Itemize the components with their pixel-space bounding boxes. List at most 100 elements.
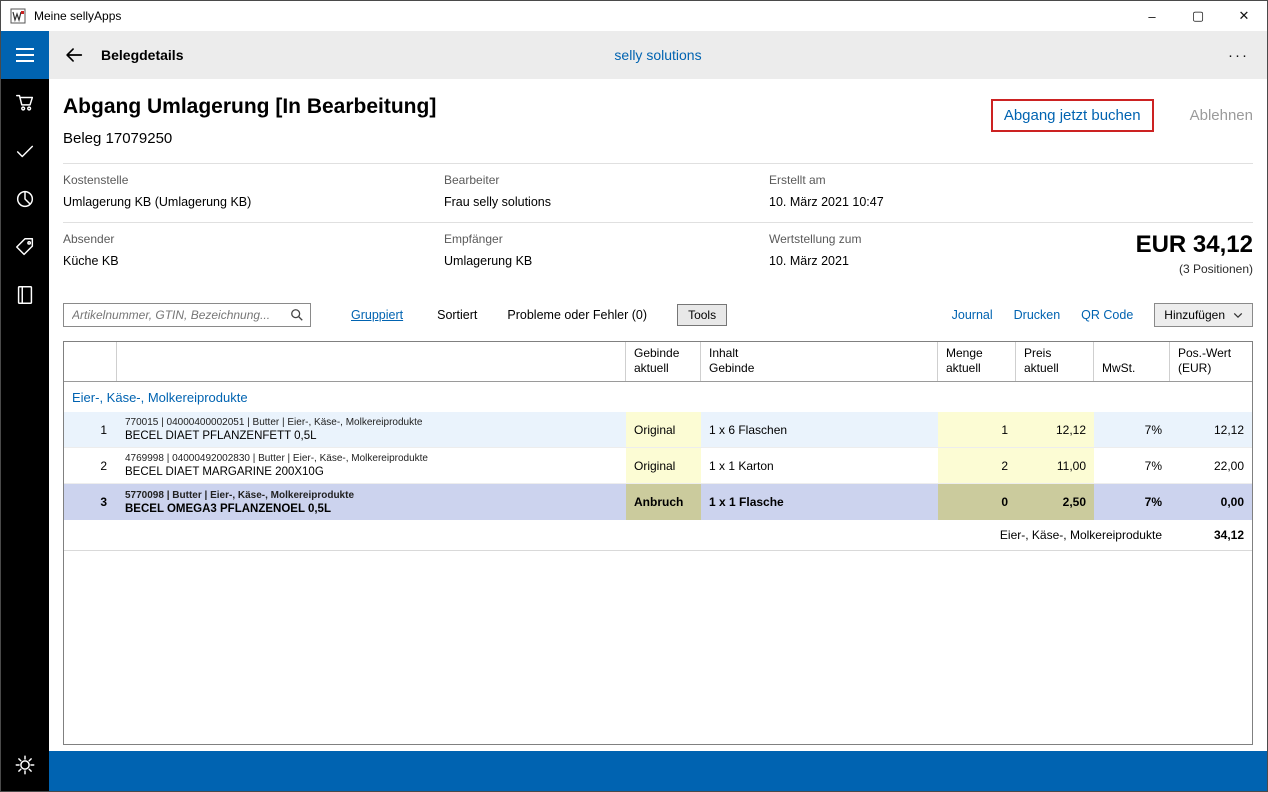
field-label: Kostenstelle [63,173,444,187]
field-empfaenger: Empfänger Umlagerung KB [444,232,769,276]
field-label: Absender [63,232,444,246]
poswert-cell: 22,00 [1170,448,1252,483]
field-value: Umlagerung KB [444,254,769,268]
row-number: 2 [64,448,117,483]
article-meta: 770015 | 04000400002051 | Butter | Eier-… [125,417,422,428]
window-title: Meine sellyApps [34,9,121,23]
search-box[interactable] [63,303,311,327]
col-menge: Menge aktuell [938,342,1016,381]
gebinde-cell[interactable]: Original [626,448,701,483]
search-input[interactable] [72,308,290,322]
article-name: BECEL DIAET MARGARINE 200X10G [125,466,324,478]
app-logo-icon [10,8,26,24]
preis-cell[interactable]: 11,00 [1016,448,1094,483]
field-label: Wertstellung zum [769,232,861,246]
table-header-row: Gebinde aktuell Inhalt Gebinde Menge akt… [64,342,1252,382]
add-button-label: Hinzufügen [1164,308,1225,322]
field-bearbeiter: Bearbeiter Frau selly solutions [444,173,769,209]
inhalt-cell: 1 x 1 Karton [701,448,938,483]
chevron-down-icon [1233,312,1243,319]
article-name: BECEL DIAET PFLANZENFETT 0,5L [125,430,317,442]
reject-button[interactable]: Ablehnen [1190,107,1253,124]
gebinde-cell[interactable]: Anbruch [626,484,701,520]
row-number: 3 [64,484,117,520]
field-kostenstelle: Kostenstelle Umlagerung KB (Umlagerung K… [63,173,444,209]
grouped-toggle[interactable]: Gruppiert [351,308,403,322]
journal-link[interactable]: Journal [952,308,993,322]
table-empty-area [64,551,1252,744]
preis-cell[interactable]: 2,50 [1016,484,1094,520]
col-rownum [64,342,117,381]
document-title: Abgang Umlagerung [In Bearbeitung] [63,95,436,119]
gebinde-cell[interactable]: Original [626,412,701,447]
more-icon[interactable]: ··· [1228,47,1249,64]
field-value: Küche KB [63,254,444,268]
field-value: 10. März 2021 10:47 [769,195,1253,209]
topbar: Belegdetails selly solutions ··· [49,31,1267,79]
field-value: Umlagerung KB (Umlagerung KB) [63,195,444,209]
table-row-selected[interactable]: 3 5770098 | Butter | Eier-, Käse-, Molke… [64,484,1252,520]
table-row[interactable]: 2 4769998 | 04000492002830 | Butter | Ei… [64,448,1252,484]
inhalt-cell: 1 x 6 Flaschen [701,412,938,447]
book-outflow-button[interactable]: Abgang jetzt buchen [991,99,1154,132]
add-button[interactable]: Hinzufügen [1154,303,1253,327]
menge-cell[interactable]: 1 [938,412,1016,447]
field-value: 10. März 2021 [769,254,861,268]
bottom-bar [49,751,1267,791]
total-block: EUR 34,12 (3 Positionen) [1136,232,1253,276]
tools-button[interactable]: Tools [677,304,727,326]
titlebar: Meine sellyApps – ▢ ✕ [1,1,1267,31]
pie-chart-icon[interactable] [1,175,49,223]
close-icon[interactable]: ✕ [1221,1,1267,31]
print-link[interactable]: Drucken [1014,308,1061,322]
field-label: Erstellt am [769,173,1253,187]
cart-icon[interactable] [1,79,49,127]
col-mwst: MwSt. [1094,342,1170,381]
field-absender: Absender Küche KB [63,232,444,276]
field-label: Empfänger [444,232,769,246]
problems-filter[interactable]: Probleme oder Fehler (0) [507,308,647,322]
window-controls: – ▢ ✕ [1129,1,1267,31]
minimize-icon[interactable]: – [1129,1,1175,31]
group-header: Eier-, Käse-, Molkereiprodukte [64,382,1252,412]
page-title: Belegdetails [101,47,183,63]
menge-cell[interactable]: 0 [938,484,1016,520]
menge-cell[interactable]: 2 [938,448,1016,483]
total-amount: EUR 34,12 [1136,232,1253,258]
group-summary-row: Eier-, Käse-, Molkereiprodukte 34,12 [64,520,1252,551]
field-wertstellung: Wertstellung zum 10. März 2021 [769,232,861,268]
search-icon[interactable] [290,308,304,322]
article-meta: 4769998 | 04000492002830 | Butter | Eier… [125,453,428,464]
gear-icon[interactable] [1,741,49,789]
col-inhalt: Inhalt Gebinde [701,342,938,381]
summary-value: 34,12 [1170,520,1252,550]
field-value: Frau selly solutions [444,195,769,209]
sidebar [1,31,49,791]
col-article [117,342,626,381]
mwst-cell: 7% [1094,448,1170,483]
mwst-cell: 7% [1094,412,1170,447]
toolbar: Gruppiert Sortiert Probleme oder Fehler … [63,303,1253,327]
inhalt-cell: 1 x 1 Flasche [701,484,938,520]
qr-code-link[interactable]: QR Code [1081,308,1133,322]
detail-section: Kostenstelle Umlagerung KB (Umlagerung K… [63,163,1253,289]
row-number: 1 [64,412,117,447]
sorted-toggle[interactable]: Sortiert [437,308,477,322]
check-icon[interactable] [1,127,49,175]
document-heading: Abgang Umlagerung [In Bearbeitung] Beleg… [63,95,436,147]
summary-label: Eier-, Käse-, Molkereiprodukte [64,520,1170,550]
tag-icon[interactable] [1,223,49,271]
col-preis: Preis aktuell [1016,342,1094,381]
content: Abgang Umlagerung [In Bearbeitung] Beleg… [49,79,1267,751]
field-erstellt-am: Erstellt am 10. März 2021 10:47 [769,173,1253,209]
preis-cell[interactable]: 12,12 [1016,412,1094,447]
table-row[interactable]: 1 770015 | 04000400002051 | Butter | Eie… [64,412,1252,448]
maximize-icon[interactable]: ▢ [1175,1,1221,31]
menu-icon[interactable] [1,31,49,79]
field-label: Bearbeiter [444,173,769,187]
positions-table: Gebinde aktuell Inhalt Gebinde Menge akt… [63,341,1253,745]
back-icon[interactable] [63,44,85,66]
poswert-cell: 0,00 [1170,484,1252,520]
book-icon[interactable] [1,271,49,319]
mwst-cell: 7% [1094,484,1170,520]
